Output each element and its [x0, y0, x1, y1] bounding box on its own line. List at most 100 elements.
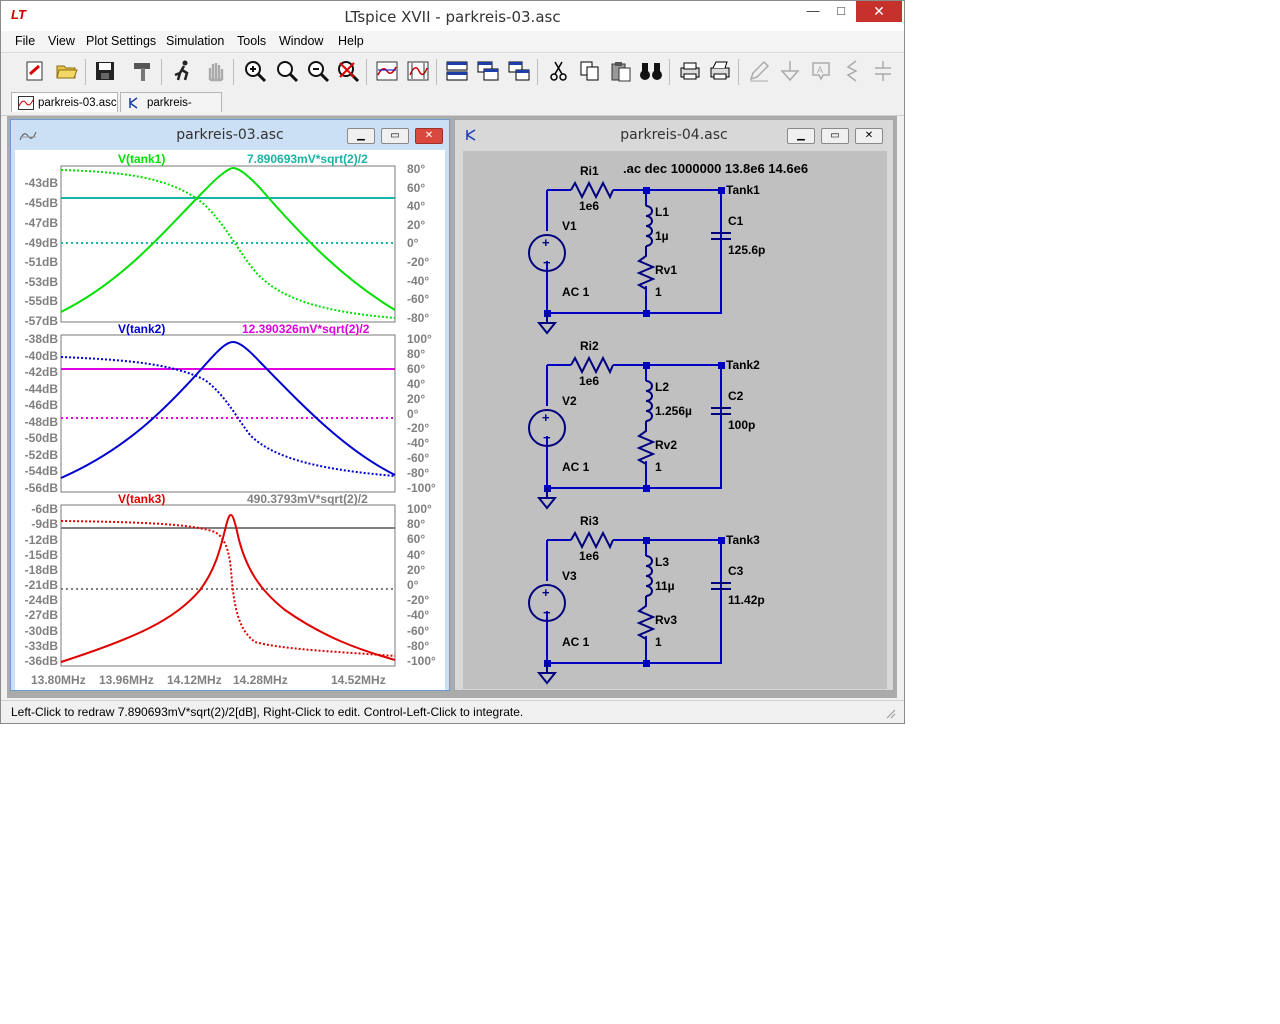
copy-icon[interactable] — [578, 59, 602, 83]
component-value[interactable]: AC 1 — [562, 460, 590, 474]
schematic-minimize-button[interactable]: ▁ — [787, 128, 815, 144]
pan-zoom-icon[interactable] — [275, 59, 299, 83]
menu-view[interactable]: View — [48, 34, 75, 48]
resistor-symbol-icon[interactable] — [840, 59, 864, 83]
y-tick-label: -48dB — [25, 415, 59, 429]
component-name[interactable]: Ri2 — [580, 339, 599, 353]
component-value[interactable]: AC 1 — [562, 285, 590, 299]
menu-window[interactable]: Window — [279, 34, 323, 48]
cursor-value-tank2: 12.390326mV*sqrt(2)/2 — [242, 322, 370, 336]
plot-close-button[interactable]: ✕ — [415, 128, 443, 144]
svg-text:−: − — [543, 255, 551, 270]
component-name[interactable]: V3 — [562, 569, 577, 583]
component-name[interactable]: Ri1 — [580, 164, 599, 178]
menu-file[interactable]: File — [15, 34, 35, 48]
phase-tick-label: 0° — [407, 407, 419, 421]
manual-limits-icon[interactable] — [406, 59, 430, 83]
tab-parkreis-04[interactable]: parkreis-04.asc — [120, 92, 222, 129]
component-value[interactable]: 1µ — [655, 229, 669, 243]
print-icon[interactable] — [678, 59, 702, 83]
component-name[interactable]: L1 — [655, 205, 669, 219]
component-value[interactable]: 1.256µ — [655, 404, 692, 418]
component-name[interactable]: Rv2 — [655, 438, 677, 452]
menu-tools[interactable]: Tools — [237, 34, 266, 48]
trace-label-tank2[interactable]: V(tank2) — [118, 322, 165, 336]
resize-grip-icon[interactable] — [884, 707, 896, 719]
cut-icon[interactable] — [547, 59, 571, 83]
plot-minimize-button[interactable]: ▁ — [347, 128, 375, 144]
label-net-icon[interactable]: A — [809, 59, 833, 83]
component-name[interactable]: Rv3 — [655, 613, 677, 627]
menu-help[interactable]: Help — [338, 34, 364, 48]
component-value[interactable]: 125.6p — [728, 243, 765, 257]
phase-tick-label: 40° — [407, 377, 425, 391]
component-name[interactable]: L3 — [655, 555, 669, 569]
phase-tick-label: -40° — [407, 274, 429, 288]
find-binoculars-icon[interactable] — [639, 59, 663, 83]
draw-wire-pencil-icon[interactable] — [747, 59, 771, 83]
zoom-in-icon[interactable] — [243, 59, 267, 83]
component-value[interactable]: 1e6 — [579, 199, 599, 213]
y-tick-label: -45dB — [25, 196, 59, 210]
run-simulation-icon[interactable] — [171, 59, 195, 83]
close-button[interactable]: ✕ — [856, 1, 902, 22]
phase-tick-label: 0° — [407, 236, 419, 250]
toolbar-separator — [738, 59, 739, 85]
menu-simulation[interactable]: Simulation — [166, 34, 224, 48]
capacitor-symbol-icon[interactable] — [871, 59, 895, 83]
zoom-out-icon[interactable] — [306, 59, 330, 83]
zoom-fit-icon[interactable] — [336, 59, 360, 83]
print-setup-icon[interactable] — [708, 59, 732, 83]
menu-plot-settings[interactable]: Plot Settings — [86, 34, 156, 48]
component-name[interactable]: Rv1 — [655, 263, 677, 277]
tab-parkreis-03[interactable]: parkreis-03.asc — [11, 92, 118, 112]
phase-tick-label: 80° — [407, 162, 425, 176]
autorange-icon[interactable] — [375, 59, 399, 83]
component-name[interactable]: L2 — [655, 380, 669, 394]
new-schematic-icon[interactable] — [23, 59, 47, 83]
spice-directive[interactable]: .ac dec 1000000 13.8e6 14.6e6 — [623, 161, 808, 176]
component-name[interactable]: V1 — [562, 219, 577, 233]
waveform-plot[interactable]: V(tank1) 7.890693mV*sqrt(2)/2 -43dB -45d… — [15, 150, 445, 690]
component-name[interactable]: C1 — [728, 214, 744, 228]
component-value[interactable]: 11.42p — [728, 593, 765, 607]
component-value[interactable]: 1 — [655, 460, 662, 474]
component-value[interactable]: 1 — [655, 285, 662, 299]
component-value[interactable]: AC 1 — [562, 635, 590, 649]
tile-vertical-icon[interactable] — [507, 59, 531, 83]
component-value[interactable]: 1 — [655, 635, 662, 649]
tile-horizontal-icon[interactable] — [445, 59, 469, 83]
component-name[interactable]: Ri3 — [580, 514, 599, 528]
plot-restore-button[interactable]: ▭ — [381, 128, 409, 144]
net-label[interactable]: Tank3 — [726, 533, 760, 547]
net-label[interactable]: Tank2 — [726, 358, 760, 372]
component-name[interactable]: V2 — [562, 394, 577, 408]
maximize-button[interactable]: □ — [827, 1, 855, 22]
trace-label-tank1[interactable]: V(tank1) — [118, 152, 165, 166]
open-folder-icon[interactable] — [55, 59, 79, 83]
schematic-editor-window: parkreis-04.asc ▁ ▭ ✕ .ac dec 1000000 13… — [454, 119, 894, 691]
save-icon[interactable] — [93, 59, 117, 83]
control-panel-hammer-icon[interactable] — [131, 59, 155, 83]
schematic-close-button[interactable]: ✕ — [855, 128, 883, 144]
cascade-windows-icon[interactable] — [476, 59, 500, 83]
y-tick-label: -24dB — [25, 593, 59, 607]
ground-symbol-icon[interactable] — [778, 59, 802, 83]
net-label[interactable]: Tank1 — [726, 183, 760, 197]
component-value[interactable]: 1e6 — [579, 374, 599, 388]
minimize-button[interactable]: — — [799, 1, 827, 22]
component-value[interactable]: 100p — [728, 418, 755, 432]
trace-label-tank3[interactable]: V(tank3) — [118, 492, 165, 506]
y-tick-label: -27dB — [25, 608, 59, 622]
svg-text:+: + — [542, 235, 550, 250]
schematic-canvas[interactable]: .ac dec 1000000 13.8e6 14.6e6 + − + − + … — [463, 151, 887, 689]
component-name[interactable]: C2 — [728, 389, 744, 403]
component-value[interactable]: 1e6 — [579, 549, 599, 563]
paste-icon[interactable] — [609, 59, 633, 83]
halt-hand-icon[interactable] — [203, 59, 227, 83]
schematic-restore-button[interactable]: ▭ — [821, 128, 849, 144]
x-tick-label: 13.96MHz — [99, 673, 154, 687]
component-name[interactable]: C3 — [728, 564, 744, 578]
phase-tick-label: -100° — [407, 654, 436, 668]
component-value[interactable]: 11µ — [655, 579, 675, 593]
